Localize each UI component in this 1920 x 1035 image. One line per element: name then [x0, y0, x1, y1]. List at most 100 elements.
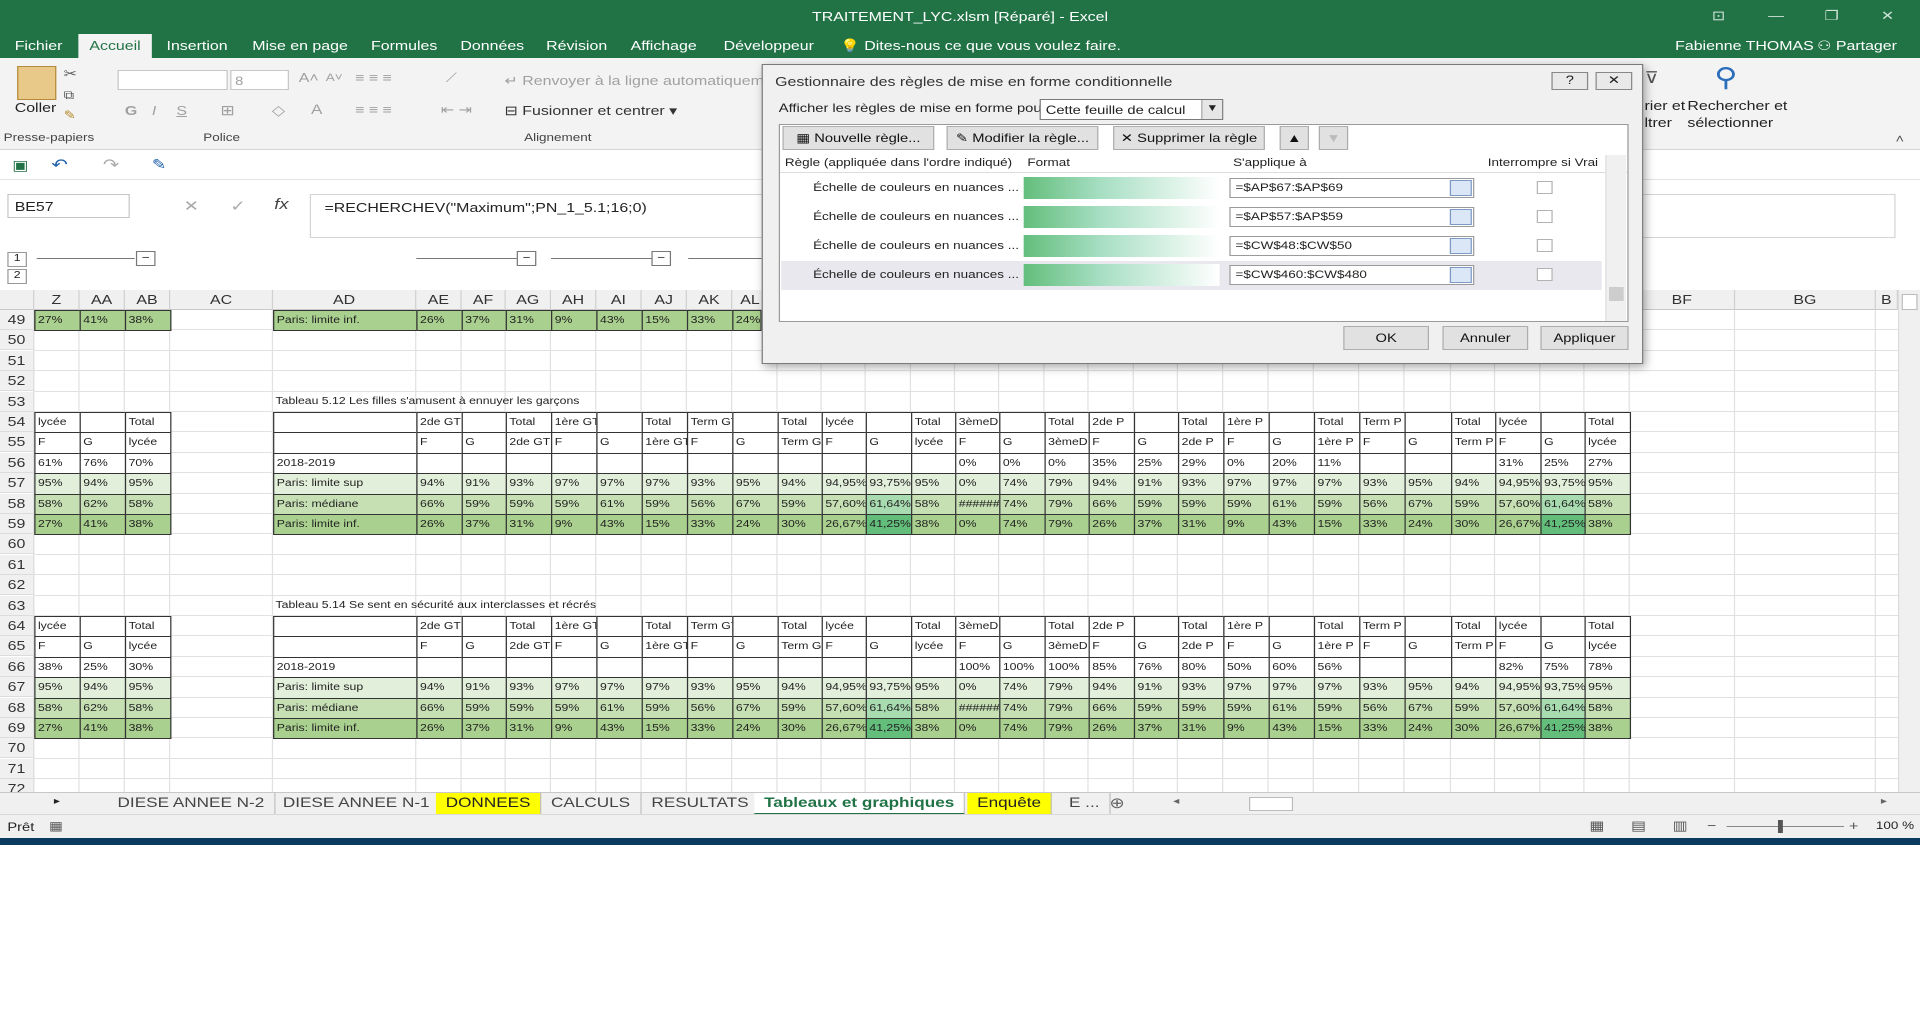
delete-rule-button[interactable]: ✕ Supprimer la règle	[1113, 126, 1265, 150]
cell[interactable]: 74%	[999, 473, 1046, 495]
tab-fichier[interactable]: Fichier	[15, 38, 63, 53]
cell[interactable]: 15%	[641, 310, 689, 332]
cell[interactable]: 15%	[1313, 514, 1361, 536]
cell[interactable]: 61%	[34, 452, 81, 475]
cell[interactable]: lycée	[124, 432, 172, 454]
cell[interactable]: 0%	[955, 514, 1001, 536]
cell[interactable]: 0%	[1044, 452, 1090, 475]
cell[interactable]: 59%	[777, 493, 823, 515]
column-header[interactable]: Z	[34, 290, 80, 310]
cell[interactable]: lycée	[821, 616, 867, 638]
cell[interactable]: 61%	[596, 697, 643, 719]
cell[interactable]: G	[1404, 636, 1453, 658]
cancel-entry-icon[interactable]: ✕	[184, 197, 199, 215]
cell[interactable]: 31%	[1177, 514, 1225, 536]
cell[interactable]: lycée	[124, 636, 172, 658]
cell[interactable]: 26%	[416, 310, 463, 332]
cell[interactable]: 26%	[1088, 514, 1136, 536]
cell[interactable]: F	[551, 636, 598, 658]
cell[interactable]	[461, 452, 507, 475]
cell[interactable]: Total	[777, 616, 823, 638]
vertical-scrollbar[interactable]	[1897, 290, 1920, 792]
row-header[interactable]: 57	[0, 473, 35, 494]
cell[interactable]	[596, 616, 643, 638]
cell[interactable]: 95%	[124, 473, 172, 495]
cell[interactable]	[641, 656, 689, 679]
maximize-icon[interactable]: ❐	[1825, 8, 1839, 24]
cell[interactable]: G	[596, 636, 643, 658]
cell[interactable]: 74%	[999, 677, 1046, 699]
cell[interactable]: 41%	[79, 310, 127, 332]
cell[interactable]	[416, 656, 463, 679]
apply-button[interactable]: Appliquer	[1540, 326, 1629, 350]
row-header[interactable]: 51	[0, 350, 35, 371]
cell[interactable]: F	[416, 432, 463, 454]
rule-row[interactable]: Échelle de couleurs en nuances ... =$AP$5…	[781, 203, 1601, 232]
save-icon[interactable]: ▣	[12, 157, 28, 174]
cell[interactable]: Total	[1177, 412, 1225, 434]
row-header[interactable]: 50	[0, 330, 35, 351]
cell[interactable]: 9%	[1223, 514, 1270, 536]
cell[interactable]: 58%	[124, 493, 172, 515]
cell[interactable]: 93%	[1359, 677, 1406, 699]
paste-icon[interactable]	[17, 66, 57, 100]
cell[interactable]: 59%	[1451, 697, 1497, 719]
redo-icon[interactable]: ↷	[103, 155, 119, 175]
cell[interactable]: F	[551, 432, 598, 454]
cell[interactable]: F	[821, 636, 867, 658]
shrink-font-icon[interactable]: A˅	[326, 72, 343, 84]
applies-to-input[interactable]: =$AP$57:$AP$59	[1229, 207, 1475, 227]
cell[interactable]: 41,25%	[865, 718, 913, 740]
cell[interactable]: 95%	[1584, 473, 1632, 495]
cell[interactable]: 37%	[461, 718, 507, 740]
cell[interactable]: 30%	[1451, 514, 1497, 536]
row-header[interactable]: 54	[0, 412, 35, 432]
cell[interactable]: 58%	[1584, 697, 1632, 719]
cell[interactable]: 79%	[1044, 514, 1090, 536]
cell[interactable]: Term P	[1451, 432, 1497, 454]
column-header[interactable]: BF	[1630, 290, 1736, 310]
cell[interactable]: 31%	[505, 310, 553, 332]
cell[interactable]: 2de GT	[416, 616, 463, 638]
cell[interactable]: 61,64%	[865, 493, 913, 515]
range-picker-icon[interactable]	[1449, 209, 1472, 225]
cell[interactable]: 91%	[461, 473, 507, 495]
cell[interactable]: 97%	[596, 677, 643, 699]
cell[interactable]: 94%	[79, 473, 127, 495]
row-header[interactable]: 60	[0, 534, 35, 555]
cell[interactable]: 66%	[1088, 697, 1136, 719]
cell[interactable]: 9%	[551, 514, 598, 536]
applies-to-input[interactable]: =$CW$460:$CW$480	[1229, 265, 1475, 285]
cell[interactable]: 30%	[777, 718, 823, 740]
applies-to-input[interactable]: =$AP$67:$AP$69	[1229, 178, 1475, 198]
zoom-out-icon[interactable]: −	[1707, 818, 1716, 833]
cell[interactable]	[732, 412, 779, 434]
cell[interactable]: F	[1359, 636, 1406, 658]
cell[interactable]: 26%	[1088, 718, 1136, 740]
cell[interactable]: 93%	[505, 473, 553, 495]
cell[interactable]: 61,64%	[1540, 493, 1586, 515]
cell[interactable]: 26,67%	[1495, 718, 1542, 740]
cell[interactable]	[999, 616, 1046, 638]
cell[interactable]: 37%	[1133, 514, 1180, 536]
row-header[interactable]: 55	[0, 432, 35, 453]
cell[interactable]: 79%	[1044, 493, 1090, 515]
column-header[interactable]: AA	[80, 290, 125, 310]
zoom-slider[interactable]	[1726, 826, 1845, 827]
row-header[interactable]: 52	[0, 371, 35, 392]
cell[interactable]: 24%	[1404, 514, 1453, 536]
collapse-group-button[interactable]: −	[651, 251, 672, 266]
zoom-level[interactable]: 100 %	[1876, 820, 1914, 832]
cell[interactable]: 9%	[1223, 718, 1270, 740]
cell[interactable]: 0%	[955, 452, 1001, 475]
cell[interactable]: 95%	[732, 677, 779, 699]
copy-icon[interactable]: ⧉	[64, 88, 75, 103]
cell[interactable]: lycée	[911, 432, 957, 454]
cell[interactable]: Total	[1044, 412, 1090, 434]
cell[interactable]: 95%	[1404, 677, 1453, 699]
cell[interactable]: 41%	[79, 514, 127, 536]
cell[interactable]: Total	[1044, 616, 1090, 638]
move-down-button[interactable]: ▼	[1318, 126, 1349, 150]
cell[interactable]: 94%	[1451, 473, 1497, 495]
cell[interactable]: 1ère GT	[551, 616, 598, 638]
